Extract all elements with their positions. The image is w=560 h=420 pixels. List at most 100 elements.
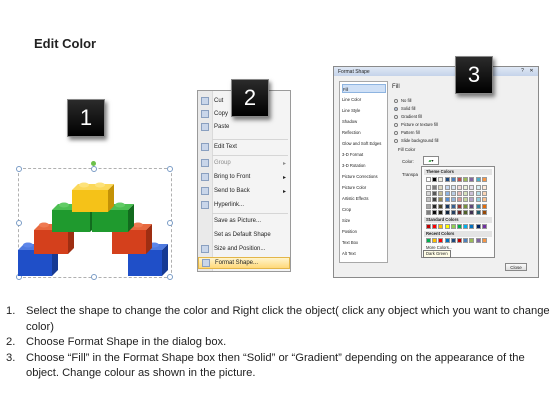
color-swatch[interactable] [463,177,469,182]
color-swatch[interactable] [426,191,431,197]
color-swatch[interactable] [444,197,450,203]
color-swatch[interactable] [463,185,469,190]
color-swatch[interactable] [432,224,438,229]
menu-item-bring-to-front[interactable]: Bring to Front ▸ [198,171,290,183]
color-swatch[interactable] [426,238,431,243]
color-swatch[interactable] [426,185,431,190]
color-swatch[interactable] [432,209,438,215]
color-swatch[interactable] [481,185,487,190]
menu-item-paste[interactable]: Paste [198,121,290,133]
color-swatch[interactable] [469,185,475,190]
color-swatch[interactable] [450,209,456,215]
resize-handle[interactable] [167,166,173,172]
dialog-title-bar[interactable]: Format Shape [334,67,538,76]
color-swatch[interactable] [450,177,456,182]
menu-item-hyperlink[interactable]: Hyperlink... [198,199,290,211]
color-swatch[interactable] [463,203,469,209]
color-swatch[interactable] [456,224,462,229]
color-swatch[interactable] [450,197,456,203]
color-swatch[interactable] [456,203,462,209]
color-swatch[interactable] [438,203,444,209]
radio-solid-fill[interactable]: Solid fill [394,105,484,112]
color-swatch[interactable] [444,209,450,215]
color-swatch[interactable] [456,238,462,243]
category-3d-rotation[interactable]: 3-D Rotation [342,161,386,170]
menu-item-size-and-position[interactable]: Size and Position... [198,243,290,255]
color-swatch[interactable] [432,238,438,243]
color-swatch[interactable] [432,185,438,190]
color-swatch[interactable] [444,203,450,209]
color-swatch[interactable] [463,209,469,215]
color-swatch[interactable] [432,197,438,203]
color-swatch[interactable] [463,197,469,203]
color-swatch[interactable] [475,238,481,243]
color-swatch[interactable] [426,203,431,209]
menu-item-group[interactable]: Group ▸ [198,157,290,169]
yellow-block-top[interactable] [72,182,114,213]
lego-blocks-graphic[interactable] [14,180,174,278]
color-swatch[interactable] [450,224,456,229]
color-swatch[interactable] [432,191,438,197]
radio-pattern-fill[interactable]: Pattern fill [394,129,484,136]
menu-item-format-shape[interactable]: Format Shape... [198,257,290,269]
color-swatch[interactable] [469,191,475,197]
color-swatch[interactable] [438,177,444,182]
color-swatch[interactable] [456,197,462,203]
color-swatch[interactable] [481,191,487,197]
color-swatch[interactable] [481,209,487,215]
color-swatch[interactable] [469,209,475,215]
color-swatch[interactable] [463,224,469,229]
color-swatch[interactable] [469,203,475,209]
color-swatch[interactable] [481,177,487,182]
color-swatch[interactable] [444,177,450,182]
color-swatch[interactable] [481,224,487,229]
color-swatch[interactable] [438,238,444,243]
radio-no-fill[interactable]: No fill [394,97,484,104]
color-swatch[interactable] [481,197,487,203]
category-crop[interactable]: Crop [342,205,386,214]
color-swatch[interactable] [438,197,444,203]
color-swatch[interactable] [469,238,475,243]
color-swatch[interactable] [438,209,444,215]
color-swatch[interactable] [444,238,450,243]
color-swatch[interactable] [475,177,481,182]
color-swatch[interactable] [475,203,481,209]
category-fill[interactable]: Fill [342,84,386,93]
category-line-style[interactable]: Line Style [342,106,386,115]
color-swatch[interactable] [426,224,431,229]
menu-item-send-to-back[interactable]: Send to Back ▸ [198,185,290,197]
color-swatch[interactable] [426,209,431,215]
resize-handle[interactable] [16,166,22,172]
color-swatch[interactable] [450,203,456,209]
resize-handle[interactable] [91,166,97,172]
color-swatch[interactable] [444,224,450,229]
color-swatch[interactable] [432,203,438,209]
color-swatch[interactable] [475,209,481,215]
color-swatch[interactable] [463,191,469,197]
color-swatch[interactable] [450,238,456,243]
color-swatch[interactable] [456,177,462,182]
close-icon[interactable]: ✕ [528,68,535,74]
color-swatch[interactable] [463,238,469,243]
menu-item-edit-text[interactable]: Edit Text [198,141,290,153]
radio-gradient-fill[interactable]: Gradient fill [394,113,484,120]
category-position[interactable]: Position [342,227,386,236]
category-artistic-effects[interactable]: Artistic Effects [342,194,386,203]
color-swatch[interactable] [475,197,481,203]
color-swatch[interactable] [444,191,450,197]
color-swatch[interactable] [469,197,475,203]
color-swatch[interactable] [475,185,481,190]
color-swatch[interactable] [481,203,487,209]
menu-item-set-default-shape[interactable]: Set as Default Shape [198,229,290,241]
category-alt-text[interactable]: Alt Text [342,249,386,258]
category-reflection[interactable]: Reflection [342,128,386,137]
color-swatch[interactable] [456,209,462,215]
color-swatch[interactable] [450,185,456,190]
color-swatch[interactable] [481,238,487,243]
category-text-box[interactable]: Text Box [342,238,386,247]
color-swatch[interactable] [475,191,481,197]
category-picture-color[interactable]: Picture Color [342,183,386,192]
color-swatch[interactable] [438,185,444,190]
color-swatch[interactable] [438,224,444,229]
category-size[interactable]: Size [342,216,386,225]
